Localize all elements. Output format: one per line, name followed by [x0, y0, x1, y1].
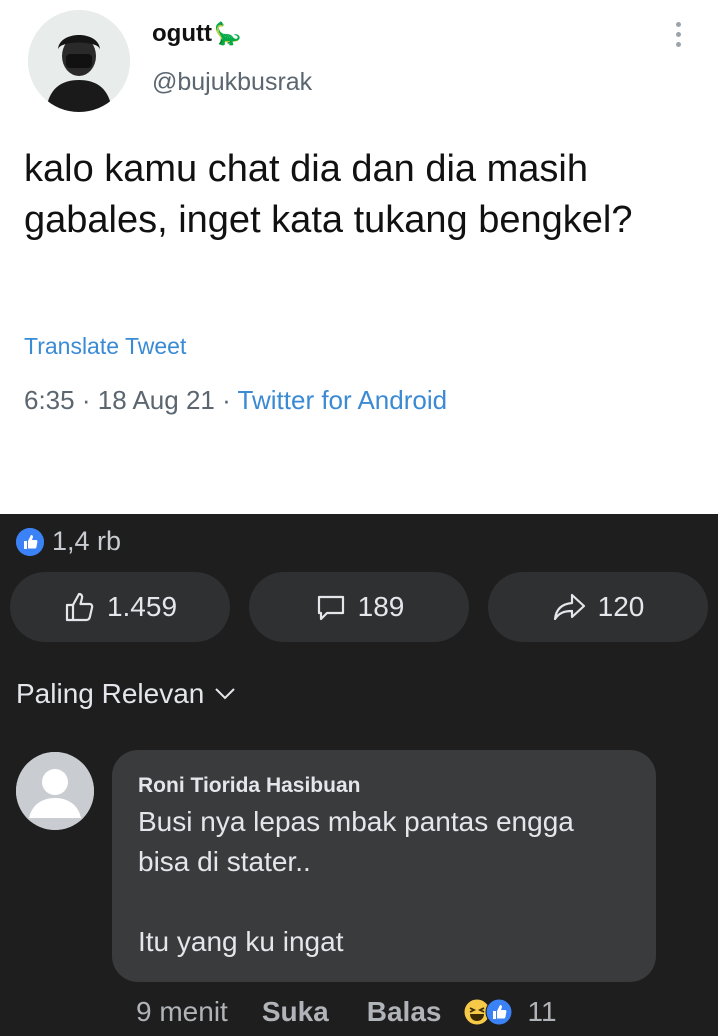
- display-name-text[interactable]: ogutt: [152, 20, 212, 47]
- facebook-reactions-section: 1,4 rb 1.459 189 120 Paling Relevan Roni…: [0, 514, 718, 1036]
- display-name[interactable]: ogutt🦕: [152, 20, 241, 48]
- tweet-date: 18 Aug 21: [97, 385, 215, 415]
- share-button[interactable]: 120: [488, 572, 708, 642]
- like-button[interactable]: 1.459: [10, 572, 230, 642]
- comment-count: 189: [357, 591, 405, 622]
- comment-like-button[interactable]: Suka: [262, 996, 329, 1028]
- comment-reply-button[interactable]: Balas: [367, 996, 442, 1028]
- meta-separator: ·: [222, 385, 231, 415]
- share-count: 120: [597, 591, 645, 622]
- comment-line: Itu yang ku ingat: [138, 926, 344, 957]
- kebab-menu-icon[interactable]: [668, 18, 688, 52]
- tweet-card: ogutt🦕 @bujukbusrak kalo kamu chat dia d…: [0, 0, 718, 514]
- comment-text: Busi nya lepas mbak pantas engga bisa di…: [138, 802, 638, 962]
- commenter-avatar[interactable]: [16, 752, 94, 830]
- chevron-down-icon: [215, 688, 236, 700]
- like-count: 1.459: [106, 591, 178, 622]
- comment-button[interactable]: 189: [249, 572, 469, 642]
- comment-time: 9 menit: [136, 996, 228, 1027]
- reaction-summary[interactable]: 1,4 rb: [16, 526, 121, 557]
- comment-reaction-count[interactable]: 11: [527, 996, 556, 1028]
- sort-dropdown[interactable]: Paling Relevan: [16, 678, 236, 710]
- thumbs-up-icon: [65, 592, 94, 622]
- sort-label: Paling Relevan: [16, 678, 205, 709]
- comment-line: bisa di stater..: [138, 846, 311, 877]
- comment-bubble: Roni Tiorida Hasibuan Busi nya lepas mba…: [112, 750, 656, 982]
- like-reaction-icon: [16, 527, 44, 556]
- comment-icon: [317, 595, 344, 621]
- like-reaction-icon: [485, 998, 513, 1026]
- meta-separator: ·: [81, 385, 91, 415]
- dinosaur-emoji-icon: 🦕: [213, 21, 242, 46]
- share-arrow-icon: [553, 593, 585, 621]
- comment-author[interactable]: Roni Tiorida Hasibuan: [138, 774, 360, 798]
- profile-avatar[interactable]: [28, 10, 130, 112]
- comment-line: Busi nya lepas mbak pantas engga: [138, 806, 574, 837]
- tweet-time: 6:35: [24, 385, 75, 415]
- tweet-meta: 6:35 · 18 Aug 21 · Twitter for Android: [24, 385, 447, 416]
- reaction-count: 1,4 rb: [52, 526, 122, 556]
- user-handle[interactable]: @bujukbusrak: [152, 68, 312, 97]
- tweet-text: kalo kamu chat dia dan dia masih gabales…: [24, 148, 633, 241]
- translate-tweet-link[interactable]: Translate Tweet: [24, 333, 186, 360]
- comment-actions: 9 menit Suka Balas 11: [136, 996, 557, 1028]
- tweet-source-link[interactable]: Twitter for Android: [238, 385, 448, 415]
